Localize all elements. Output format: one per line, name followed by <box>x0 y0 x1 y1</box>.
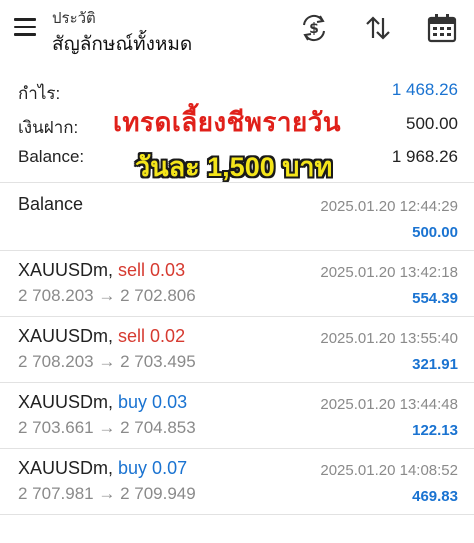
history-entry-trade[interactable]: XAUUSDm, sell 0.03 2 708.203 → 2 702.806… <box>0 252 474 312</box>
entry-amount: 469.83 <box>412 488 458 505</box>
divider <box>0 182 474 183</box>
promo-banner-line1: เทรดเลี้ยงชีพรายวัน <box>113 107 342 137</box>
deposit-label: เงินฝาก: <box>18 118 79 137</box>
header-subtitle: ประวัติ <box>52 10 96 27</box>
entry-amount: 321.91 <box>412 356 458 373</box>
entry-title: XAUUSDm, buy 0.03 <box>18 392 187 413</box>
entry-prices: 2 703.661 → 2 704.853 <box>18 418 196 437</box>
entry-amount: 500.00 <box>412 224 458 241</box>
history-entry-trade[interactable]: XAUUSDm, buy 0.07 2 707.981 → 2 709.949 … <box>0 450 474 510</box>
balance-value: 1 968.26 <box>391 147 458 166</box>
deposit-value: 500.00 <box>406 114 458 133</box>
entry-title: XAUUSDm, buy 0.07 <box>18 458 187 479</box>
menu-icon[interactable] <box>14 18 36 36</box>
entry-title: XAUUSDm, sell 0.02 <box>18 326 185 347</box>
currency-exchange-icon[interactable]: $ <box>298 12 330 44</box>
entry-title: XAUUSDm, sell 0.03 <box>18 260 185 281</box>
divider <box>0 514 474 515</box>
entry-symbol: XAUUSDm, <box>18 392 114 412</box>
entry-amount: 554.39 <box>412 290 458 307</box>
entry-time: 2025.01.20 13:44:48 <box>320 396 458 413</box>
entry-prices: 2 708.203 → 2 703.495 <box>18 352 196 371</box>
balance-label: Balance: <box>18 147 85 166</box>
header-title[interactable]: สัญลักษณ์ทั้งหมด <box>52 29 192 59</box>
entry-title: Balance <box>18 194 84 214</box>
divider <box>0 448 474 449</box>
divider <box>0 382 474 383</box>
history-entry-trade[interactable]: XAUUSDm, buy 0.03 2 703.661 → 2 704.853 … <box>0 384 474 444</box>
divider <box>0 250 474 251</box>
sort-arrows-icon[interactable] <box>362 12 394 44</box>
entry-prices: 2 707.981 → 2 709.949 <box>18 484 196 503</box>
entry-time: 2025.01.20 13:42:18 <box>320 264 458 281</box>
entry-amount: 122.13 <box>412 422 458 439</box>
entry-time: 2025.01.20 14:08:52 <box>320 462 458 479</box>
divider <box>0 316 474 317</box>
entry-prices: 2 708.203 → 2 702.806 <box>18 286 196 305</box>
entry-action: sell 0.03 <box>118 260 186 280</box>
entry-action: sell 0.02 <box>118 326 186 346</box>
entry-action: buy 0.03 <box>118 392 188 412</box>
entry-symbol: XAUUSDm, <box>18 260 114 280</box>
entry-action: buy 0.07 <box>118 458 188 478</box>
calendar-icon[interactable] <box>426 12 458 44</box>
entry-time: 2025.01.20 12:44:29 <box>320 198 458 215</box>
profit-value: 1 468.26 <box>391 80 458 99</box>
svg-text:$: $ <box>309 21 319 37</box>
app-header: ประวัติ สัญลักษณ์ทั้งหมด $ <box>0 0 474 62</box>
entry-symbol: XAUUSDm, <box>18 458 114 478</box>
history-entry-trade[interactable]: XAUUSDm, sell 0.02 2 708.203 → 2 703.495… <box>0 318 474 378</box>
entry-symbol: XAUUSDm, <box>18 326 114 346</box>
profit-label: กำไร: <box>18 84 61 103</box>
entry-time: 2025.01.20 13:55:40 <box>320 330 458 347</box>
history-entry-balance[interactable]: Balance 2025.01.20 12:44:29 500.00 <box>0 186 474 246</box>
